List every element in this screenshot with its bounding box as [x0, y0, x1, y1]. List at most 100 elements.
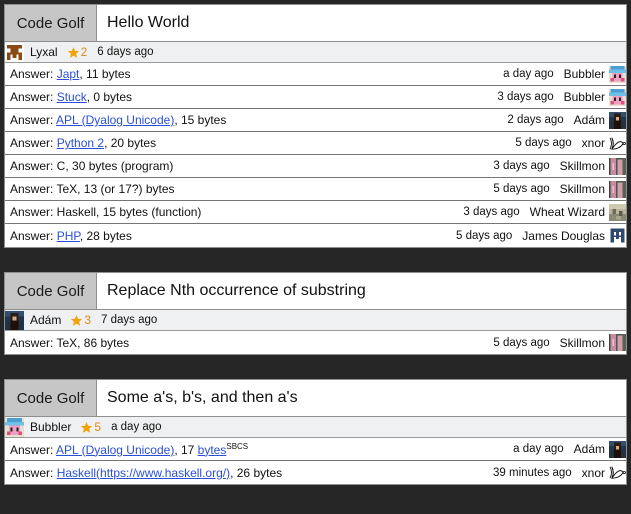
question-author-name[interactable]: Bubbler — [30, 420, 71, 434]
answer-link-bytes[interactable]: bytes — [198, 443, 227, 457]
question-block: Code Golf Hello World Lyxal 2 6 days ago… — [4, 4, 627, 248]
answer-row[interactable]: Answer: Japt, 11 bytes a day ago Bubbler — [5, 63, 626, 86]
answer-row[interactable]: Answer: Haskell(https://www.haskell.org/… — [5, 461, 626, 484]
question-title-cell[interactable]: Hello World — [97, 5, 626, 41]
answer-author[interactable]: Skillmon — [560, 159, 605, 173]
answer-superscript: SBCS — [226, 441, 249, 451]
answer-text: Answer: C, 30 bytes (program) — [10, 159, 174, 173]
answer-author[interactable]: Skillmon — [560, 182, 605, 196]
answer-link[interactable]: Stuck — [57, 90, 87, 104]
answer-text: Answer: APL (Dyalog Unicode), 15 bytes — [10, 113, 227, 127]
question-score-value: 5 — [94, 420, 102, 434]
answer-text: Answer: Python 2, 20 bytes — [10, 136, 157, 150]
answer-meta: 5 days ago xnor — [515, 134, 626, 152]
answer-link-url[interactable]: (https://www.haskell.org/) — [96, 466, 230, 480]
answer-text: Answer: Haskell, 15 bytes (function) — [10, 205, 202, 219]
question-score: 5 — [80, 420, 101, 434]
answer-text: Answer: TeX, 86 bytes — [10, 335, 130, 350]
skillmon-avatar — [609, 334, 626, 351]
question-age: 6 days ago — [97, 46, 154, 58]
star-icon — [80, 421, 93, 434]
question-author-name[interactable]: Adám — [30, 313, 61, 327]
answer-row[interactable]: Answer: APL (Dyalog Unicode), 17 bytesSB… — [5, 438, 626, 461]
answer-author[interactable]: James Douglas — [522, 229, 605, 243]
answer-text: Answer: Japt, 11 bytes — [10, 67, 131, 81]
answer-row[interactable]: Answer: APL (Dyalog Unicode), 15 bytes 2… — [5, 109, 626, 132]
skillmon-avatar — [609, 180, 626, 198]
answer-row[interactable]: Answer: TeX, 86 bytes 5 days ago Skillmo… — [5, 331, 626, 354]
question-author-bar: Lyxal 2 6 days ago — [4, 42, 627, 63]
answer-author[interactable]: Bubbler — [564, 90, 605, 104]
bubbler-avatar — [609, 65, 626, 83]
answer-author[interactable]: Wheat Wizard — [530, 205, 605, 219]
answer-row[interactable]: Answer: Haskell, 15 bytes (function) 3 d… — [5, 201, 626, 224]
answer-meta: a day ago Adám — [513, 440, 626, 458]
answer-age: 5 days ago — [456, 229, 513, 242]
star-icon — [70, 314, 83, 327]
answer-author[interactable]: Bubbler — [564, 67, 605, 81]
answer-age: 39 minutes ago — [493, 466, 572, 479]
question-age: 7 days ago — [101, 314, 158, 326]
question-block: Code Golf Replace Nth occurrence of subs… — [4, 272, 627, 355]
answer-author[interactable]: Adám — [574, 442, 605, 456]
answer-link[interactable]: Haskell — [57, 466, 96, 480]
answer-meta: 5 days ago Skillmon — [493, 334, 626, 351]
answer-row[interactable]: Answer: TeX, 13 (or 17?) bytes 5 days ag… — [5, 178, 626, 201]
answer-link[interactable]: Python 2 — [57, 136, 104, 150]
answer-text: Answer: APL (Dyalog Unicode), 17 bytesSB… — [10, 441, 249, 457]
question-title-bar[interactable]: Code Golf Replace Nth occurrence of subs… — [4, 272, 627, 310]
question-score: 2 — [67, 45, 87, 59]
question-tag[interactable]: Code Golf — [5, 380, 97, 416]
answer-age: 5 days ago — [515, 137, 572, 149]
answer-row[interactable]: Answer: PHP, 28 bytes 5 days ago James D… — [5, 224, 626, 247]
page-title: Some a's, b's, and then a's — [107, 389, 298, 406]
answer-author[interactable]: xnor — [582, 136, 605, 150]
question-tag-label: Code Golf — [16, 282, 85, 300]
question-tag[interactable]: Code Golf — [5, 273, 97, 309]
answer-author[interactable]: Adám — [574, 113, 605, 127]
page-title: Hello World — [107, 14, 190, 31]
answer-link[interactable]: APL (Dyalog Unicode) — [56, 443, 174, 457]
question-author-name[interactable]: Lyxal — [30, 45, 58, 59]
question-title-cell[interactable]: Some a's, b's, and then a's — [97, 380, 626, 416]
answer-list: Answer: Japt, 11 bytes a day ago Bubbler — [4, 63, 627, 248]
answer-meta: 5 days ago James Douglas — [456, 227, 626, 244]
answer-text: Answer: PHP, 28 bytes — [10, 228, 132, 243]
answer-row[interactable]: Answer: C, 30 bytes (program) 3 days ago… — [5, 155, 626, 178]
question-tag[interactable]: Code Golf — [5, 5, 97, 41]
bubbler-avatar — [5, 417, 24, 437]
answer-meta: 2 days ago Adám — [507, 111, 626, 129]
page-title: Replace Nth occurrence of substring — [107, 282, 366, 299]
answer-row[interactable]: Answer: Stuck, 0 bytes 3 days ago Bubble… — [5, 86, 626, 109]
question-title-cell[interactable]: Replace Nth occurrence of substring — [97, 273, 626, 309]
star-icon — [67, 46, 80, 59]
answer-text: Answer: Haskell(https://www.haskell.org/… — [10, 465, 283, 480]
adam-avatar — [609, 111, 626, 129]
questions-feed: Code Golf Hello World Lyxal 2 6 days ago… — [0, 0, 631, 514]
question-author-bar: Bubbler 5 a day ago — [4, 417, 627, 438]
answer-age: 2 days ago — [507, 114, 564, 126]
question-score-value: 3 — [84, 313, 92, 327]
answer-text: Answer: TeX, 13 (or 17?) bytes — [10, 182, 175, 196]
answer-author[interactable]: xnor — [582, 466, 605, 480]
answer-meta: 3 days ago Wheat Wizard — [463, 203, 626, 221]
answer-meta: 39 minutes ago xnor — [493, 464, 626, 481]
adam-avatar — [5, 310, 24, 330]
question-title-bar[interactable]: Code Golf Hello World — [4, 4, 627, 42]
jamesdouglas-avatar — [609, 227, 626, 244]
answer-link[interactable]: APL (Dyalog Unicode) — [56, 113, 174, 127]
answer-list: Answer: TeX, 86 bytes 5 days ago Skillmo… — [4, 331, 627, 355]
answer-text: Answer: Stuck, 0 bytes — [10, 90, 133, 104]
adam-avatar — [609, 440, 626, 458]
answer-meta: 5 days ago Skillmon — [493, 180, 626, 198]
question-title-bar[interactable]: Code Golf Some a's, b's, and then a's — [4, 379, 627, 417]
question-age: a day ago — [111, 421, 162, 433]
answer-link[interactable]: PHP — [57, 229, 80, 243]
answer-row[interactable]: Answer: Python 2, 20 bytes 5 days ago xn… — [5, 132, 626, 155]
answer-list: Answer: APL (Dyalog Unicode), 17 bytesSB… — [4, 438, 627, 485]
question-score: 3 — [70, 313, 91, 327]
answer-author[interactable]: Skillmon — [560, 336, 605, 350]
answer-link[interactable]: Japt — [57, 67, 80, 81]
